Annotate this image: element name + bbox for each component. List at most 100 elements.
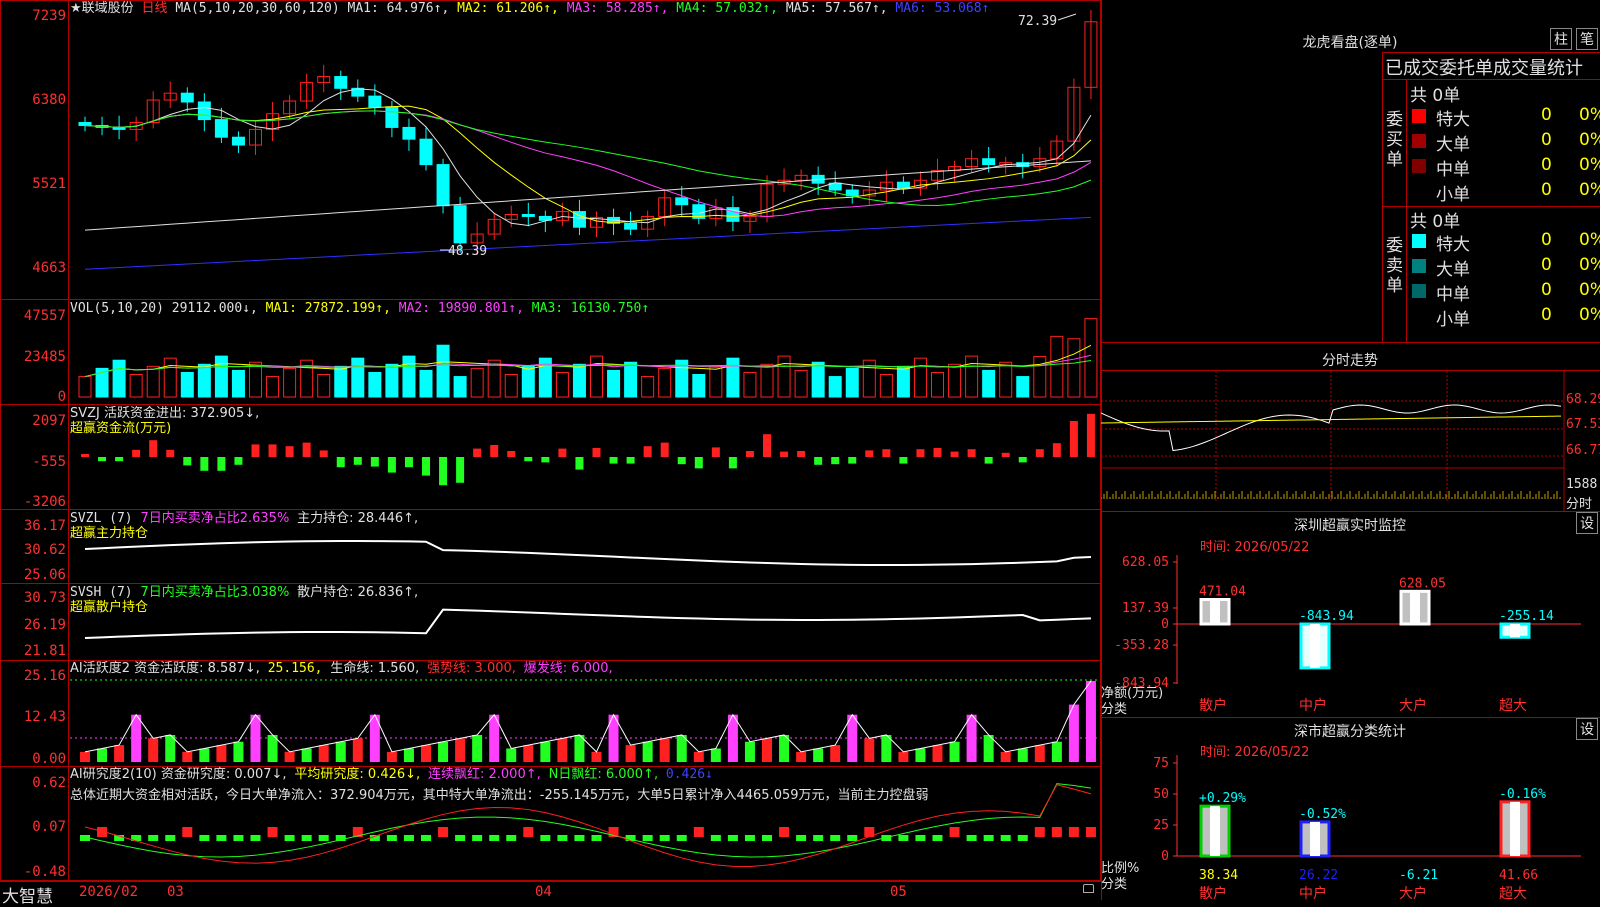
main-y-tick: 7239 <box>32 8 66 24</box>
fund-flow-bar <box>166 449 175 457</box>
ma4-value: MA4: 57.032↑, <box>676 1 779 16</box>
fund-flow-bar <box>234 457 243 465</box>
research-bar <box>898 835 909 841</box>
dragon-header: 已成交委托单成交量统计 <box>1385 58 1583 79</box>
svsh-sub: 超赢散户持仓 <box>70 600 149 615</box>
buy-row-pct: 0% <box>1579 180 1600 200</box>
fund-flow-bar <box>592 448 601 457</box>
svzl-y-tick: 30.62 <box>23 542 66 558</box>
main-y-tick: 6380 <box>32 92 66 108</box>
category-name: 超大 <box>1499 886 1527 900</box>
y-tick-label: -353.28 <box>1114 638 1169 653</box>
main-chart-header: ★联域股份 日线 MA(5,10,20,30,60,120) MA1: 64.9… <box>70 1 989 17</box>
volume-bar <box>931 371 944 398</box>
main-y-tick: 4663 <box>32 260 66 276</box>
high-arrow <box>1057 13 1077 21</box>
research-bar <box>267 827 278 837</box>
sz-class-settings-button[interactable]: 设 <box>1576 718 1598 740</box>
research-bar <box>727 835 738 841</box>
research-bar <box>523 827 534 837</box>
volume-bar <box>504 374 518 398</box>
ai2-avg: 平均研究度: 0.426↓, <box>294 767 421 782</box>
category-name: 中户 <box>1299 697 1327 714</box>
volume-bar <box>146 365 160 398</box>
fund-flow-bar <box>677 457 686 465</box>
volume-bar <box>163 357 177 398</box>
bar-value-label: 628.05 <box>1399 576 1446 591</box>
brand-label[interactable]: 大智慧 <box>2 882 53 907</box>
svzj-y-tick: -555 <box>32 454 66 470</box>
fund-flow-bar <box>728 457 737 469</box>
fund-flow-bar <box>575 457 584 470</box>
left-chart-canvas[interactable] <box>0 0 1101 881</box>
svsh-ratio: 7日内买卖净占比3.038% <box>140 585 290 600</box>
research-bar <box>659 835 670 841</box>
svsh-y-tick: 21.81 <box>23 643 66 659</box>
lock-icon[interactable] <box>1083 884 1094 893</box>
category-name: 散户 <box>1199 885 1227 900</box>
sz-monitor-settings-button[interactable]: 设 <box>1576 512 1598 534</box>
bar-value-label: -0.52% <box>1299 807 1346 822</box>
ma-line <box>84 160 1091 231</box>
sell-row-swatch <box>1412 259 1426 273</box>
retail-holding-line <box>84 608 1091 639</box>
sell-row-pct: 0% <box>1579 255 1600 275</box>
research-bar <box>642 835 653 841</box>
fund-flow-bar <box>899 457 908 464</box>
vol-y-tick: 23485 <box>23 349 66 365</box>
sz-monitor-title: 深圳超赢实时监控 <box>1294 518 1406 534</box>
volume-bar <box>1033 355 1047 398</box>
candle-body <box>675 197 689 206</box>
sell-row-pct: 0% <box>1579 305 1600 325</box>
svzl-ratio: 7日内买卖净占比2.635% <box>140 511 290 526</box>
svsh-y-tick: 30.73 <box>23 590 66 606</box>
volume-bar <box>982 369 996 398</box>
pct-value-label: 38.34 <box>1199 868 1238 883</box>
volume-bar <box>777 355 791 398</box>
volume-bar <box>641 376 655 398</box>
period-label[interactable]: 日线 <box>141 1 167 16</box>
svzj-sub: 超赢资金流(万元) <box>70 421 172 436</box>
activity-bar <box>318 745 329 762</box>
y-tick-label: 0 <box>1161 849 1169 864</box>
volume-bar <box>78 376 92 398</box>
activity-bar <box>830 745 841 762</box>
fund-flow-bar <box>115 457 124 462</box>
ai1-y-tick: 12.43 <box>23 709 66 725</box>
bar-mode-button[interactable]: 柱 <box>1550 28 1572 50</box>
ai1-y-tick: 0.00 <box>32 751 66 767</box>
research-bar <box>455 835 466 841</box>
research-bar <box>1000 835 1011 841</box>
fund-flow-bar <box>711 447 720 457</box>
vol-ma1: MA1: 27872.199↑, <box>265 301 391 316</box>
candle-body <box>453 205 467 244</box>
research-bar <box>1017 835 1028 841</box>
volume-header: VOL(5,10,20) 29112.000↓, MA1: 27872.199↑… <box>70 301 649 317</box>
main-holding-line <box>84 540 1091 566</box>
volume-bar <box>572 363 586 398</box>
sz-class-chart[interactable]: 75 50 25 0 +0.29% 38.34 散户 -0.52% 26.22 中户 -6.21 大户… <box>1101 755 1600 900</box>
activity-bar <box>472 734 483 762</box>
ai1-label: AI活跃度2 资金活跃度: 8.587↓, <box>70 661 260 676</box>
volume-bar <box>607 369 621 398</box>
svzj-y-tick: 2097 <box>32 413 66 429</box>
sell-row-count: 0 <box>1541 280 1552 300</box>
stock-name[interactable]: ★联域股份 <box>70 1 134 16</box>
dragon-title: 龙虎看盘(逐单) <box>1302 35 1398 51</box>
buy-row-pct: 0% <box>1579 130 1600 150</box>
volume-bar <box>249 361 262 398</box>
intraday-chart[interactable] <box>1101 371 1600 511</box>
candle-body <box>214 119 228 138</box>
svzj-y-tick: -3206 <box>23 494 66 510</box>
sz-monitor-chart[interactable]: 628.05137.390-353.28-843.94471.04散户-843.… <box>1101 555 1600 715</box>
research-bar <box>966 835 977 841</box>
candle-body <box>180 92 194 103</box>
tick-mode-button[interactable]: 笔 <box>1576 28 1598 50</box>
volume-bar <box>828 376 842 398</box>
sz-monitor-unit2: 分类 <box>1101 702 1128 717</box>
svsh-label: SVSH (7) <box>70 585 133 600</box>
research-bar <box>284 835 295 841</box>
volume-bar <box>879 374 893 398</box>
volume-bar <box>214 355 228 398</box>
fund-flow-bar <box>950 451 959 457</box>
